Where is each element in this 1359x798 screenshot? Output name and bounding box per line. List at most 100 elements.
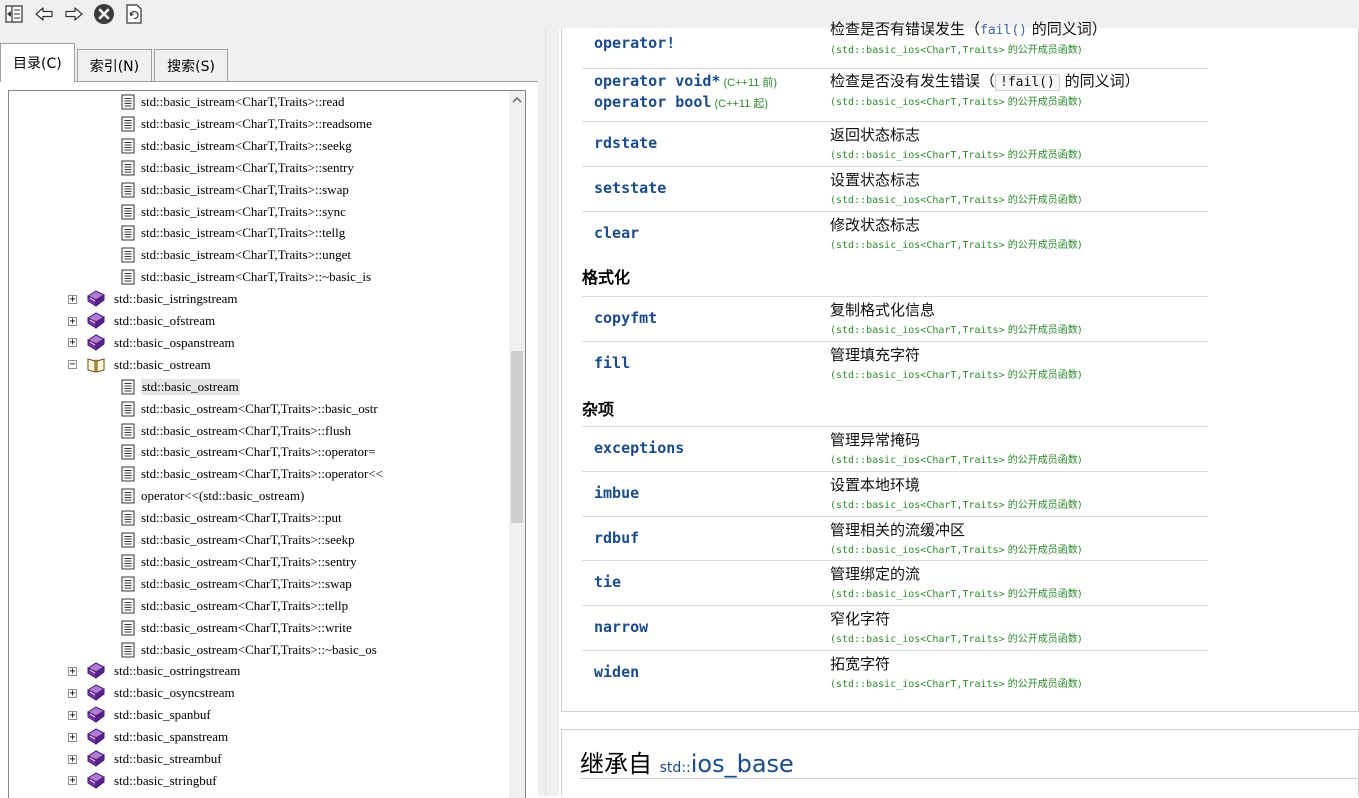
tree-item[interactable]: + std::basic_ostringstream <box>68 660 240 682</box>
member-name-link[interactable]: setstate <box>594 179 666 197</box>
member-source-note: (std::basic_ios<CharT,Traits> 的公开成员函数) <box>830 589 1082 600</box>
member-name-link[interactable]: exceptions <box>594 439 684 457</box>
tree-item[interactable]: std::basic_ostream<CharT,Traits>::write <box>121 617 352 639</box>
expand-icon[interactable]: + <box>68 754 77 764</box>
tree-item[interactable]: + std::basic_stringbuf <box>68 770 217 792</box>
expand-icon[interactable]: + <box>68 666 77 676</box>
tree-item-label: std::basic_istream<CharT,Traits>::readso… <box>141 115 372 131</box>
document-content: operator! 检查是否有错误发生（fail() 的同义词） (std::bas… <box>559 20 1359 796</box>
tree-item[interactable]: std::basic_istream<CharT,Traits>::swap <box>121 179 349 201</box>
member-row: fill 管理填充字符 (std::basic_ios<CharT,Traits> … <box>582 341 1208 386</box>
tree-item[interactable]: std::basic_ostream<CharT,Traits>::seekp <box>121 529 355 551</box>
inherit-namespace[interactable]: std:: <box>660 760 691 776</box>
back-arrow-icon <box>35 7 53 21</box>
tree-item[interactable]: std::basic_ostream<CharT,Traits>::flush <box>121 420 351 442</box>
expand-icon[interactable]: + <box>68 294 77 304</box>
tree-item[interactable]: std::basic_ostream <box>121 376 240 398</box>
member-name-link[interactable]: copyfmt <box>594 309 657 327</box>
document-icon <box>121 620 135 636</box>
tree-item-label: std::basic_ospanstream <box>114 334 235 350</box>
hide-pane-icon <box>5 5 23 23</box>
member-name-link[interactable]: operator bool (C++11 起) <box>594 93 768 111</box>
expand-icon[interactable]: + <box>68 732 77 742</box>
inherit-class-link[interactable]: ios_base <box>691 750 794 778</box>
tree-item[interactable]: + std::basic_istringstream <box>68 288 237 310</box>
tree-item-label: operator<<(std::basic_ostream) <box>141 488 305 504</box>
tree-item[interactable]: std::basic_istream<CharT,Traits>::tellg <box>121 222 345 244</box>
tree-item-label: std::basic_ofstream <box>114 313 216 328</box>
collapse-icon[interactable]: − <box>68 360 77 370</box>
member-name-link[interactable]: imbue <box>594 484 639 502</box>
expand-icon[interactable]: + <box>68 338 77 348</box>
refresh-icon <box>126 4 142 24</box>
tree-item-label: std::basic_istream<CharT,Traits>::read <box>141 94 345 109</box>
refresh-button[interactable] <box>122 2 146 26</box>
pane-splitter[interactable] <box>545 28 560 796</box>
expand-icon[interactable]: + <box>68 688 77 698</box>
book-icon <box>86 312 106 330</box>
tree-item[interactable]: + std::basic_streambuf <box>68 748 222 770</box>
member-source-note: (std::basic_ios<CharT,Traits> 的公开成员函数) <box>830 150 1082 161</box>
document-icon <box>121 510 135 526</box>
tree-item[interactable]: + std::basic_ospanstream <box>68 332 235 354</box>
expand-icon[interactable]: + <box>68 776 77 786</box>
tree-item[interactable]: std::basic_ostream<CharT,Traits>::swap <box>121 573 352 595</box>
tree-item[interactable]: std::basic_ostream<CharT,Traits>::put <box>121 507 342 529</box>
tree-item[interactable]: std::basic_ostream<CharT,Traits>::tellp <box>121 595 348 617</box>
member-name-link[interactable]: widen <box>594 663 639 681</box>
member-name-link[interactable]: tie <box>594 573 621 591</box>
scroll-thumb[interactable] <box>511 351 523 523</box>
tree-item-label: std::basic_istream<CharT,Traits>::seekg <box>141 137 352 153</box>
member-description: 管理绑定的流 <box>830 565 921 583</box>
tree-item[interactable]: + std::basic_osyncstream <box>68 682 235 704</box>
tree-item[interactable]: operator<<(std::basic_ostream) <box>121 485 304 507</box>
tree-item[interactable]: std::basic_istream<CharT,Traits>::~basic… <box>121 266 371 288</box>
scroll-up-button[interactable] <box>509 91 525 108</box>
member-source-note: (std::basic_ios<CharT,Traits> 的公开成员函数) <box>830 325 1082 336</box>
tree-item[interactable]: std::basic_istream<CharT,Traits>::read <box>121 91 345 113</box>
member-name-link[interactable]: narrow <box>594 618 648 636</box>
forward-button[interactable] <box>62 2 86 26</box>
tree-item[interactable]: std::basic_ostream<CharT,Traits>::basic_… <box>121 398 378 420</box>
tree-item[interactable]: std::basic_istream<CharT,Traits>::readso… <box>121 113 372 135</box>
tree-item[interactable]: std::basic_istream<CharT,Traits>::seekg <box>121 135 352 157</box>
tree-item[interactable]: std::basic_istream<CharT,Traits>::unget <box>121 244 351 266</box>
member-name-link[interactable]: clear <box>594 224 639 242</box>
tree-item[interactable]: + std::basic_spanbuf <box>68 704 211 726</box>
tree-item[interactable]: + std::basic_spanstream <box>68 726 228 748</box>
expand-icon[interactable]: + <box>68 710 77 720</box>
tree-scrollbar[interactable] <box>509 91 525 798</box>
member-name-link[interactable]: fill <box>594 354 630 372</box>
tree-item-label: std::basic_ostream<CharT,Traits>::tellp <box>141 597 349 613</box>
tree-item-label: std::basic_ostringstream <box>114 663 241 679</box>
member-name-link[interactable]: rdbuf <box>594 529 639 547</box>
section-heading-misc: 杂项 <box>582 400 615 419</box>
back-button[interactable] <box>32 2 56 26</box>
tree-item[interactable]: std::basic_ostream<CharT,Traits>::sentry <box>121 551 357 573</box>
tree-item[interactable]: std::basic_ostream<CharT,Traits>::operat… <box>121 463 383 485</box>
tree-item-label: std::basic_ostream<CharT,Traits>::operat… <box>141 444 376 460</box>
tab-search[interactable]: 搜索(S) <box>154 49 228 82</box>
member-name-link[interactable]: operator void* (C++11 前) <box>594 72 777 90</box>
tree-item[interactable]: std::basic_ostream<CharT,Traits>::~basic… <box>121 639 377 661</box>
member-description: 窄化字符 <box>830 610 891 628</box>
document-icon <box>121 532 135 548</box>
tree-item[interactable]: + std::basic_ofstream <box>68 310 215 332</box>
expand-icon[interactable]: + <box>68 316 77 326</box>
stop-button[interactable] <box>92 2 116 26</box>
tab-contents[interactable]: 目录(C) <box>0 43 75 82</box>
tree-item-label: std::basic_istream<CharT,Traits>::tellg <box>141 225 346 241</box>
tree-item-label: std::basic_ostream<CharT,Traits>::basic_… <box>141 400 378 416</box>
document-icon <box>121 401 135 417</box>
tab-index[interactable]: 索引(N) <box>76 49 153 82</box>
tree-item[interactable]: std::basic_ostream<CharT,Traits>::operat… <box>121 441 376 463</box>
tree-item[interactable]: − std::basic_ostream <box>68 354 211 376</box>
hide-pane-button[interactable] <box>2 2 26 26</box>
document-icon <box>121 444 135 460</box>
tree-item[interactable]: std::basic_istream<CharT,Traits>::sync <box>121 201 346 223</box>
tree-item[interactable]: std::basic_istream<CharT,Traits>::sentry <box>121 157 354 179</box>
member-name-link[interactable]: rdstate <box>594 134 657 152</box>
document-icon <box>121 554 135 570</box>
document-icon <box>121 204 135 220</box>
member-name-link[interactable]: operator! <box>594 34 675 52</box>
